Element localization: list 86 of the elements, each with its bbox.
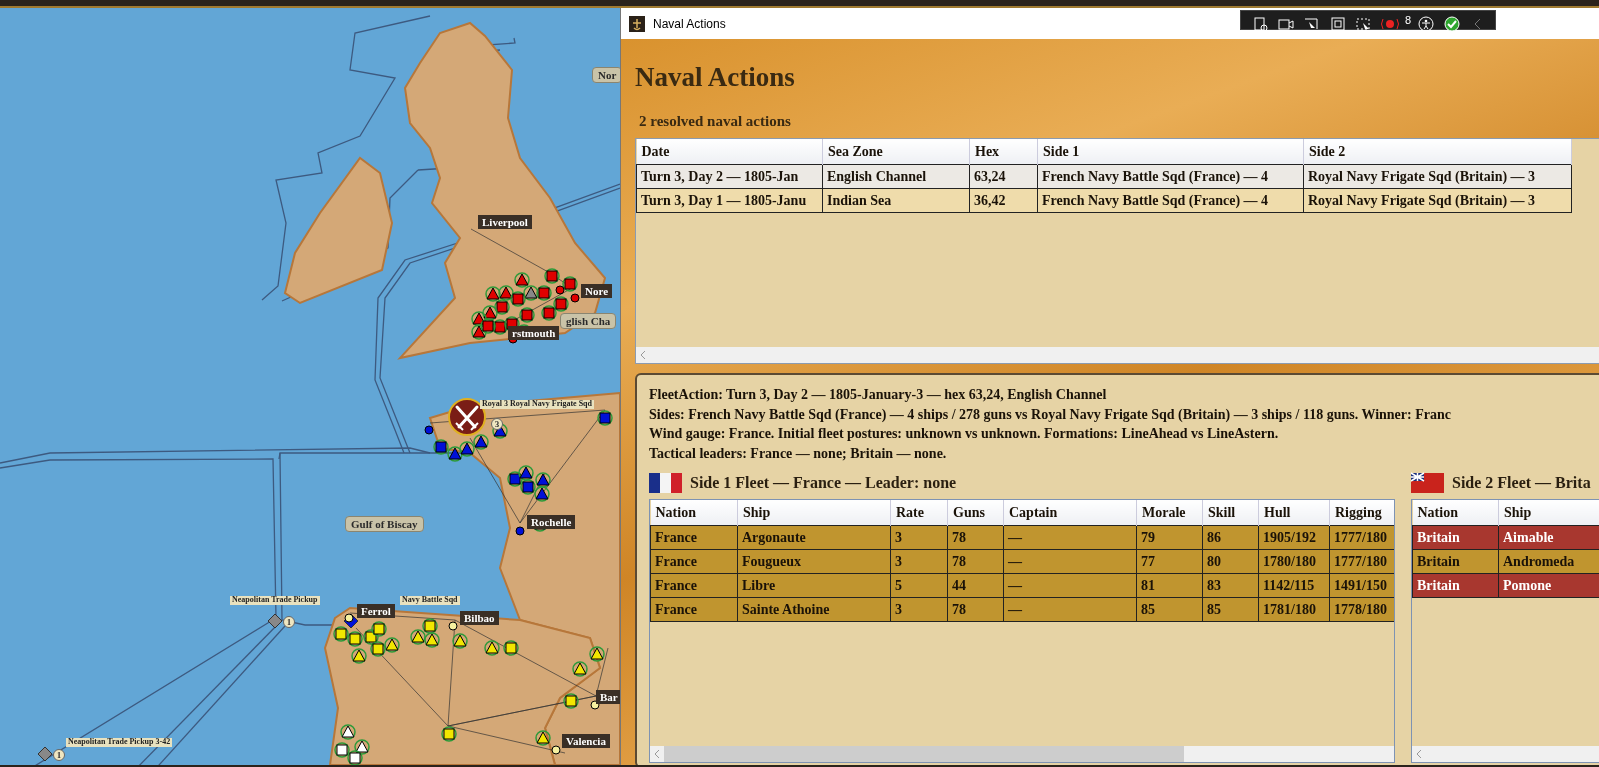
- column-header[interactable]: Hex: [969, 139, 1038, 165]
- table-cell: Sainte Athoine: [737, 597, 891, 622]
- column-header[interactable]: Hull: [1258, 500, 1330, 526]
- port-label: Liverpool: [478, 215, 532, 230]
- table-cell: —: [1003, 573, 1137, 598]
- horizontal-scrollbar[interactable]: [650, 746, 1394, 762]
- table-cell: French Navy Battle Sqd (France) — 4: [1037, 164, 1304, 189]
- table-cell: —: [1003, 597, 1137, 622]
- sea-zone-label: Nor: [592, 67, 620, 84]
- table-cell: France: [650, 573, 738, 598]
- sea-zone-label: Gulf of Biscay: [345, 516, 424, 533]
- port-label: Valencia: [562, 734, 610, 749]
- port-label: Nore: [581, 284, 612, 299]
- detail-text: Tactical leaders: France — none; Britain — none.: [649, 444, 948, 463]
- table-cell: Fougueux: [737, 549, 891, 574]
- scroll-left-icon: [639, 350, 647, 360]
- table-cell: Royal Navy Frigate Sqd (Britain) — 3: [1303, 188, 1572, 213]
- port-label: Bilbao: [460, 611, 499, 626]
- table-cell: —: [1003, 525, 1137, 550]
- flag-icon: [1411, 471, 1444, 495]
- table-cell: 78: [947, 525, 1004, 550]
- table-cell: English Channel: [822, 164, 970, 189]
- table-cell: Britain: [1412, 525, 1499, 550]
- table-cell: 86: [1202, 525, 1259, 550]
- scroll-left-icon: [653, 749, 661, 759]
- issue-count: 8: [1405, 12, 1412, 28]
- column-header[interactable]: Side 1: [1037, 139, 1304, 165]
- port-label: Rochelle: [527, 515, 576, 530]
- table-cell: Libre: [737, 573, 891, 598]
- table-cell: 79: [1136, 525, 1203, 550]
- page-heading: Naval Actions: [635, 61, 796, 94]
- column-header[interactable]: Side 2: [1303, 139, 1572, 165]
- table-cell: Aimable: [1498, 525, 1599, 550]
- table-cell: Argonaute: [737, 525, 891, 550]
- scrollbar-thumb[interactable]: [664, 746, 1184, 762]
- count-badge: 1: [283, 616, 295, 628]
- horizontal-scrollbar[interactable]: [1412, 746, 1599, 762]
- column-header[interactable]: Rate: [890, 500, 948, 526]
- table-cell: 1777/180: [1329, 525, 1394, 550]
- column-header[interactable]: Morale: [1136, 500, 1203, 526]
- table-cell: 63,24: [969, 164, 1038, 189]
- column-header[interactable]: Rigging: [1329, 500, 1394, 526]
- count-badge: 1: [53, 749, 65, 761]
- sea-zone-label: glish Cha: [560, 313, 617, 330]
- table-cell: Turn 3, Day 1 — 1805-Janu: [636, 188, 823, 213]
- table-cell: French Navy Battle Sqd (France) — 4: [1037, 188, 1304, 213]
- detail-text: Sides: French Navy Battle Sqd (France) — 4 ships / 278 guns vs Royal Navy Frigate Sqd (Britain) — 3 ships / 118 guns. Winner: Franc: [649, 405, 1452, 424]
- column-header[interactable]: Ship: [737, 500, 891, 526]
- table-cell: 3: [890, 525, 948, 550]
- table-cell: Andromeda: [1498, 549, 1599, 574]
- column-header[interactable]: Ship: [1498, 500, 1599, 526]
- port-label: Bar: [596, 690, 620, 705]
- fleet-heading: Side 2 Fleet — Brita: [1452, 473, 1591, 493]
- unit-label: Royal 3 Royal Navy Frigate Sqd: [480, 400, 594, 409]
- column-header[interactable]: Nation: [650, 500, 738, 526]
- flag-icon: [649, 471, 682, 495]
- horizontal-scrollbar[interactable]: [636, 347, 1599, 363]
- table-cell: France: [650, 549, 738, 574]
- table-cell: France: [650, 525, 738, 550]
- table-cell: France: [650, 597, 738, 622]
- detail-text: FleetAction: Turn 3, Day 2 — 1805-January-3 — hex 63,24, English Channel: [649, 386, 1108, 404]
- table-cell: Indian Sea: [822, 188, 970, 213]
- table-cell: Royal Navy Frigate Sqd (Britain) — 3: [1303, 164, 1572, 189]
- column-header[interactable]: Sea Zone: [822, 139, 970, 165]
- column-header[interactable]: Skill: [1202, 500, 1259, 526]
- table-cell: Turn 3, Day 2 — 1805-Jan: [636, 164, 823, 189]
- table-cell: 1905/192: [1258, 525, 1330, 550]
- column-header[interactable]: Nation: [1412, 500, 1499, 526]
- column-header[interactable]: Guns: [947, 500, 1004, 526]
- table-cell: Britain: [1412, 549, 1499, 574]
- port-label: Ferrol: [357, 604, 395, 619]
- column-header[interactable]: Date: [636, 139, 823, 165]
- window-title: Naval Actions: [653, 15, 726, 33]
- results-count: 2 resolved naval actions: [639, 111, 792, 131]
- table-cell: Britain: [1412, 573, 1499, 598]
- column-header[interactable]: Captain: [1003, 500, 1137, 526]
- detail-text: Wind gauge: France. Initial fleet postures: unknown vs unknown. Formations: LineAhead vs LineAstern.: [649, 425, 1280, 443]
- table-cell: —: [1003, 549, 1137, 574]
- unit-label: Navy Battle Sqd: [400, 596, 460, 605]
- unit-label: Neapolitan Trade Pickup: [230, 596, 320, 605]
- scroll-left-icon: [1415, 749, 1423, 759]
- table-cell: Pomone: [1498, 573, 1599, 598]
- port-label: rstmouth: [508, 326, 560, 341]
- unit-label: Neapolitan Trade Pickup 3-42: [66, 738, 173, 747]
- app-icon: [629, 15, 645, 32]
- fleet-heading: Side 1 Fleet — France — Leader: none: [690, 473, 957, 493]
